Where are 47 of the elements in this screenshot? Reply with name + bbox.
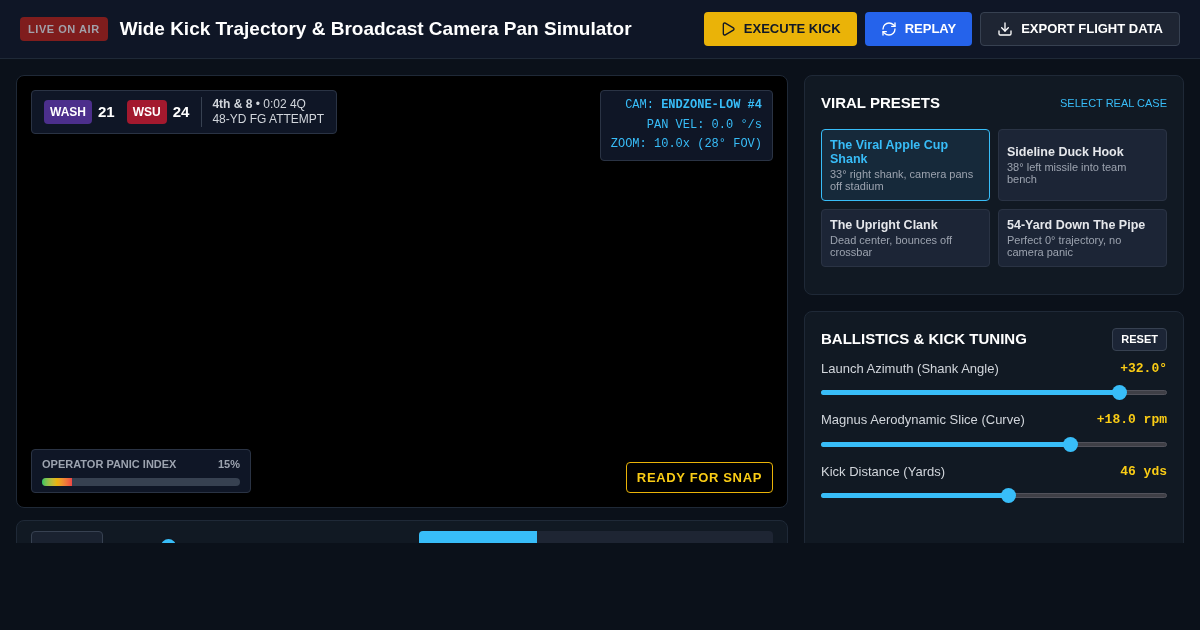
preset-description: Dead center, bounces off crossbar (830, 233, 954, 258)
slider-thumb[interactable] (1111, 385, 1127, 400)
team-tag: WASH (44, 100, 92, 124)
slider-track[interactable] (821, 436, 1167, 452)
game-situation: 4th & 8 • 0:02 4Q (212, 97, 307, 112)
refresh-icon (880, 21, 897, 37)
team-tag: WSU (126, 100, 167, 124)
slider-label: Kick Distance (Yards) (821, 462, 945, 481)
live-badge: LIVE ON AIR (20, 16, 108, 42)
download-icon (997, 21, 1014, 37)
preset-card[interactable]: The Upright Clank Dead center, bounces off crossbar (821, 208, 990, 267)
status-label: READY FOR SNAP (625, 461, 773, 493)
preset-name: The Viral Apple Cup Shank (830, 137, 950, 166)
slider-thumb[interactable] (1063, 436, 1079, 452)
preset-description: 33° right shank, camera pans off stadium (830, 167, 975, 192)
team-score: 24 (172, 101, 190, 122)
preset-name: Sideline Duck Hook (1007, 144, 1125, 159)
panic-label: OPERATOR PANIC INDEX (42, 456, 177, 472)
slider-reading: +32.0° (1120, 359, 1167, 378)
slider-thumb[interactable] (1000, 488, 1016, 503)
execute-button[interactable]: EXECUTE KICK (703, 12, 857, 46)
preset-name: The Upright Clank (830, 217, 939, 232)
panic-reading: 15% (217, 456, 240, 472)
app-title: Wide Kick Trajectory & Broadcast Camera Pan Simulator (119, 16, 632, 41)
preset-name: 54-Yard Down The Pipe (1007, 217, 1147, 232)
preset-card[interactable]: Sideline Duck Hook 38° left missile into team bench (998, 128, 1167, 201)
reset-button[interactable]: RESET (1112, 328, 1167, 351)
preset-card[interactable]: 54-Yard Down The Pipe Perfect 0° trajectory, no camera panic (998, 208, 1167, 267)
preset-description: Perfect 0° trajectory, no camera panic (1007, 233, 1123, 258)
slider-label: Launch Azimuth (Shank Angle) (821, 359, 999, 378)
slider-reading: +18.0 rpm (1096, 411, 1167, 429)
panel-title: BALLISTICS & KICK TUNING (821, 329, 1027, 349)
slider-track[interactable] (821, 488, 1167, 503)
panel-title: VIRAL PRESETS (821, 93, 940, 113)
zoom-level: ZOOM: 10.0x (28° FOV) (610, 136, 762, 153)
export-button[interactable]: EXPORT FLIGHT DATA (980, 12, 1180, 46)
play-label: 48-YD FG ATTEMPT (212, 112, 325, 127)
slider-reading: 46 yds (1120, 462, 1167, 481)
slider-label: Magnus Aerodynamic Slice (Curve) (821, 411, 1025, 429)
team-score: 21 (98, 101, 115, 122)
preset-card[interactable]: The Viral Apple Cup Shank 33° right shank, camera pans off stadium (821, 128, 990, 201)
preset-description: 38° left missile into team bench (1007, 160, 1128, 185)
pan-velocity: PAN VEL: 0.0 °/s (645, 116, 762, 134)
camera-name: CAM: ENDZONE-LOW #4 (624, 97, 762, 114)
slider-track[interactable] (821, 385, 1167, 400)
replay-button[interactable]: REPLAY (864, 12, 973, 46)
select-real-case-link[interactable]: SELECT REAL CASE (1060, 95, 1167, 112)
